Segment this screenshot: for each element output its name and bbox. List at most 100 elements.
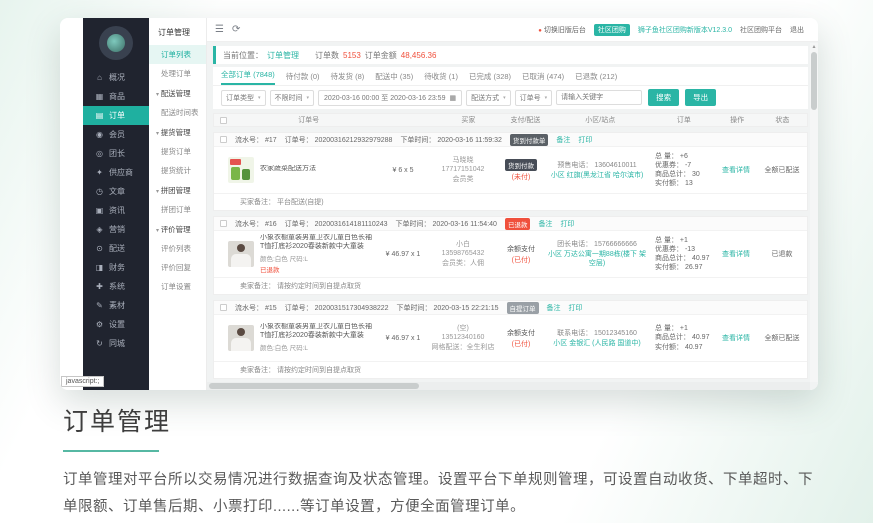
order-status-tab[interactable]: 已取消 (474) (522, 71, 564, 85)
time-range-select[interactable]: 不限时间▾ (270, 90, 315, 106)
sidebar-item[interactable]: ◎ 团长 (83, 144, 149, 163)
sidebar-item[interactable]: ▣ 资讯 (83, 201, 149, 220)
station-link[interactable]: 小区 万达公寓一期88栋(楼下 架空层) (545, 251, 649, 269)
order-type-select[interactable]: 订单类型▾ (221, 90, 266, 106)
sidebar-item[interactable]: ⌂ 概况 (83, 68, 149, 87)
order-count-label: 订单数 (315, 50, 339, 61)
order-status-tab[interactable]: 已完成 (328) (469, 71, 511, 85)
remark-link[interactable]: 备注 (547, 303, 561, 313)
chevron-down-icon: ▾ (307, 95, 310, 101)
delivery-method-select[interactable]: 配送方式▾ (466, 90, 511, 106)
order-status-tab[interactable]: 全部订单 (7848) (221, 69, 275, 85)
sidebar-item-icon: ⚙ (95, 320, 104, 329)
subsidebar-item[interactable]: 订单管理 (149, 22, 206, 45)
row-checkbox[interactable] (220, 304, 227, 311)
page-description: 订单管理对平台所以交易情况进行数据查询及状态管理。设置平台下单规则管理，可设置自… (63, 467, 813, 521)
refresh-icon[interactable]: ⟳ (232, 24, 240, 35)
sidebar-item[interactable]: ▦ 商品 (83, 87, 149, 106)
sidebar-item-icon: ◎ (95, 149, 104, 158)
vertical-scroll-thumb[interactable] (811, 52, 817, 110)
breadcrumb-location[interactable]: 订单管理 (267, 50, 299, 61)
subsidebar-item[interactable]: 处理订单 (149, 64, 206, 83)
buyer-cell: 马晓晓 17717151042 会员类 (429, 156, 497, 183)
subsidebar-item[interactable]: 评价管理 (149, 219, 206, 239)
station-cell: 预售电话： 13604610011 小区 红旗(黑龙江省 哈尔滨市) (545, 160, 649, 181)
date-range-picker[interactable]: 2020-03-16 00:00 至 2020-03-16 23:59▦ (318, 90, 462, 106)
view-detail-link[interactable]: 查看详情 (715, 165, 757, 175)
subsidebar-item[interactable]: 提货统计 (149, 161, 206, 180)
sidebar-item[interactable]: ✎ 素材 (83, 296, 149, 315)
sidebar-item[interactable]: ⊙ 配送 (83, 239, 149, 258)
subsidebar-item[interactable]: 配送时间表 (149, 103, 206, 122)
view-detail-link[interactable]: 查看详情 (715, 333, 757, 343)
description-section: 订单管理 订单管理对平台所以交易情况进行数据查询及状态管理。设置平台下单规则管理… (63, 402, 813, 521)
station-link[interactable]: 小区 红旗(黑龙江省 哈尔滨市) (545, 172, 649, 181)
horizontal-scrollbar[interactable] (207, 382, 810, 390)
logout-link[interactable]: 退出 (790, 25, 804, 35)
buyer-cell: (空) 13512340160 网格配送：全生利店 (429, 324, 497, 351)
switch-mode-link[interactable]: ● 切换旧版后台 (538, 25, 586, 35)
print-link[interactable]: 打印 (569, 303, 583, 313)
subsidebar-item[interactable]: 订单设置 (149, 277, 206, 296)
export-button[interactable]: 导出 (685, 89, 716, 106)
subsidebar-item[interactable]: 配送管理 (149, 83, 206, 103)
subsidebar-item[interactable]: 评价列表 (149, 239, 206, 258)
sidebar-item[interactable]: ◈ 营销 (83, 220, 149, 239)
sidebar-item-icon: ◈ (95, 225, 104, 234)
sidebar-item[interactable]: ▤ 订单 (83, 106, 149, 125)
sidebar-item-icon: ⊙ (95, 244, 104, 253)
price-cell: ¥ 46.97 x 1 (377, 251, 429, 258)
print-link[interactable]: 打印 (578, 135, 592, 145)
sidebar-item-label: 素材 (109, 300, 125, 311)
order-body: 小象衣橱童装男童卫衣儿童白色长袖T恤打底衫2020春装新款中大童装 颜色:白色 … (214, 315, 807, 361)
select-all-checkbox[interactable] (220, 117, 227, 124)
subsidebar-item[interactable]: 订单列表 (149, 45, 206, 64)
sidebar-item[interactable]: ◉ 会员 (83, 125, 149, 144)
view-detail-link[interactable]: 查看详情 (715, 249, 757, 259)
order-time: 下单时间： 2020-03-16 11:54:40 (396, 219, 497, 229)
order-status-tab[interactable]: 待付款 (0) (286, 71, 320, 85)
payment-status: (已付) (512, 339, 531, 349)
sidebar-item-label: 营销 (109, 224, 125, 235)
sidebar-item[interactable]: ✚ 系统 (83, 277, 149, 296)
order-status-tab[interactable]: 已退款 (212) (575, 71, 617, 85)
order-status-tab[interactable]: 待发货 (8) (331, 71, 365, 85)
keyword-input[interactable] (556, 90, 642, 105)
sidebar-item[interactable]: ✦ 供应商 (83, 163, 149, 182)
subsidebar-item[interactable]: 评价回复 (149, 258, 206, 277)
sidebar-item[interactable]: ◨ 财务 (83, 258, 149, 277)
print-link[interactable]: 打印 (560, 219, 574, 229)
sidebar-item-icon: ◨ (95, 263, 104, 272)
sidebar-item-icon: ▦ (95, 92, 104, 101)
scroll-up-icon[interactable]: ▴ (810, 43, 818, 51)
station-link[interactable]: 小区 金银汇 (人民路 国道中) (545, 340, 649, 349)
col-order-totals: 订单 (651, 115, 716, 125)
collapse-menu-icon[interactable]: ☰ (215, 24, 224, 35)
product-flag: 已退款 (260, 264, 373, 274)
product-thumbnail (228, 157, 254, 183)
remark-link[interactable]: 备注 (538, 219, 552, 229)
table-header: 订单号 买家 支付/配送 小区/站点 订单 操作 状态 (213, 113, 808, 127)
subsidebar-item[interactable]: 提货管理 (149, 122, 206, 142)
remark-link[interactable]: 备注 (556, 135, 570, 145)
order-status-tab[interactable]: 配送中 (35) (375, 71, 413, 85)
order-status-tab[interactable]: 待收货 (1) (424, 71, 458, 85)
search-field-select[interactable]: 订单号▾ (515, 90, 553, 106)
subsidebar-item[interactable]: 提货订单 (149, 142, 206, 161)
order-totals-cell: 总 量： +1 优惠券： -13 商品总计： 40.97 实付额： 26.97 (649, 236, 715, 272)
filter-bar: 订单类型▾ 不限时间▾ 2020-03-16 00:00 至 2020-03-1… (213, 86, 808, 109)
sidebar-item[interactable]: ◷ 文章 (83, 182, 149, 201)
search-button[interactable]: 搜索 (648, 89, 679, 106)
order-meta: 流水号： #15 订单号： 2020031517304938222 下单时间： … (214, 301, 807, 315)
sidebar-item[interactable]: ⚙ 设置 (83, 315, 149, 334)
vertical-scrollbar[interactable]: ▴ (810, 43, 818, 382)
order-type-badge: 货到付款单 (510, 134, 549, 146)
subsidebar-item[interactable]: 拼团订单 (149, 200, 206, 219)
row-checkbox[interactable] (220, 220, 227, 227)
horizontal-scroll-thumb[interactable] (209, 383, 419, 389)
subsidebar-item[interactable]: 拼团管理 (149, 180, 206, 200)
sidebar-item[interactable]: ↻ 同城 (83, 334, 149, 353)
product-spec: 颜色:白色 尺码:L (260, 342, 373, 352)
row-checkbox[interactable] (220, 136, 227, 143)
payment-method: 货到付款 (505, 159, 537, 171)
